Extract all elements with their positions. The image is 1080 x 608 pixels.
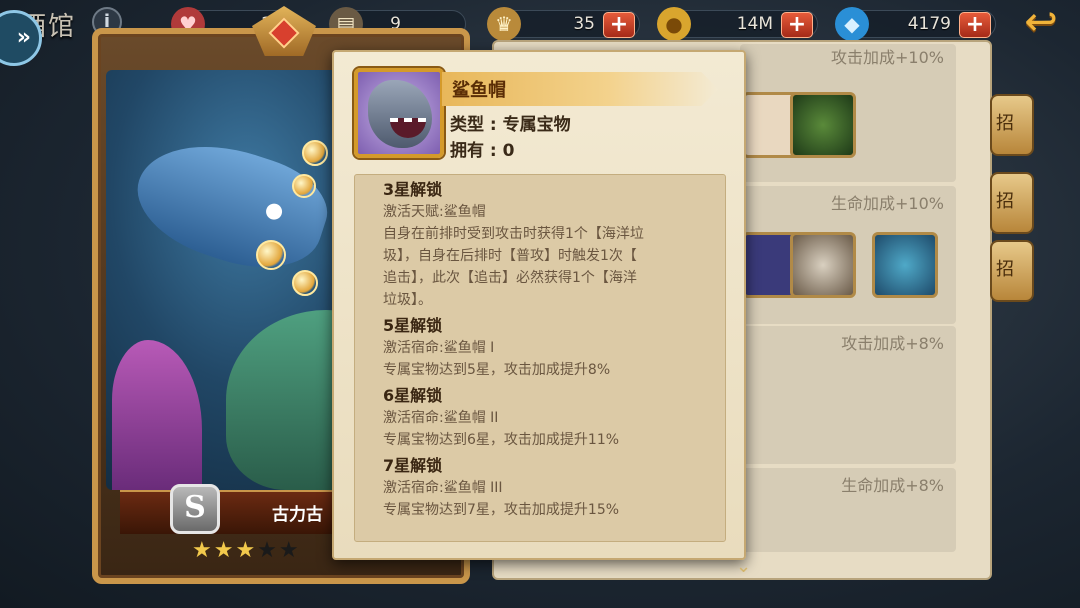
hero-portrait[interactable]	[790, 232, 856, 298]
hero-portrait[interactable]	[790, 92, 856, 158]
tier-line: 专属宝物达到5星，攻击加成提升8%	[383, 362, 611, 378]
star-filled-icon: ★★★	[192, 538, 258, 563]
tier-title: 3星解锁	[383, 180, 443, 199]
resource-value: 4179	[907, 14, 951, 34]
resource-trophy: ♛ 35 +	[487, 7, 640, 41]
bonus-row: 生命加成+8%	[740, 468, 956, 552]
recruit-button[interactable]: 招	[990, 240, 1034, 302]
hero-portrait[interactable]	[872, 232, 938, 298]
tier-title: 5星解锁	[383, 316, 443, 335]
back-arrow-icon[interactable]: ↩	[1012, 2, 1070, 44]
bonus-label: 生命加成+8%	[841, 476, 944, 495]
tier-line: 激活宿命:鲨鱼帽 I	[383, 340, 495, 356]
tier-line: 激活宿命:鲨鱼帽 III	[383, 480, 503, 496]
bubble-icon	[292, 270, 318, 296]
resource-value: 35	[573, 14, 595, 34]
shark-hat-icon	[354, 68, 444, 158]
bonus-row: 攻击加成+8%	[740, 326, 956, 464]
gem-icon: ◆	[835, 7, 869, 41]
bubble-icon	[292, 174, 316, 198]
item-detail-popup: 鲨鱼帽 类型 : 专属宝物 拥有 : 0 3星解锁 激活天赋:鲨鱼帽 自身在前排…	[332, 50, 746, 560]
tier-title: 6星解锁	[383, 386, 443, 405]
bonus-label: 攻击加成+8%	[841, 334, 944, 353]
shark-eye	[263, 201, 285, 222]
bubble-icon	[256, 240, 286, 270]
gold-coin-icon: ●	[657, 7, 691, 41]
star-rating: ★★★★★	[192, 538, 301, 563]
tier-line: 专属宝物达到6星，攻击加成提升11%	[383, 432, 620, 448]
resource-gold: ● 14M +	[657, 7, 818, 41]
tier-line: 激活宿命:鲨鱼帽 II	[383, 410, 499, 426]
recruit-button[interactable]: 招	[990, 172, 1034, 234]
item-name: 鲨鱼帽	[452, 80, 506, 101]
item-owned-count: 拥有 : 0	[450, 141, 515, 161]
unlock-description: 3星解锁 激活天赋:鲨鱼帽 自身在前排时受到攻击时获得1个【海洋垃 圾】，自身在…	[354, 174, 726, 542]
add-gem-button[interactable]: +	[959, 12, 991, 38]
tier-line: 专属宝物达到7星，攻击加成提升15%	[383, 502, 620, 518]
bonus-label: 生命加成+10%	[831, 194, 944, 213]
item-type: 类型 : 专属宝物	[450, 115, 571, 135]
coral-illustration	[112, 340, 202, 490]
trophy-icon: ♛	[487, 7, 521, 41]
recruit-button[interactable]: 招	[990, 94, 1034, 156]
tier-line: 垃圾】。	[383, 292, 432, 308]
shark-head	[368, 80, 432, 148]
bonus-label: 攻击加成+10%	[831, 48, 944, 67]
tier-line: 自身在前排时受到攻击时获得1个【海洋垃	[383, 226, 644, 242]
resource-value: 14M	[736, 14, 773, 34]
tier-line: 激活天赋:鲨鱼帽	[383, 204, 486, 220]
shark-mouth	[390, 118, 426, 138]
tier-line: 圾】，自身在后排时【普攻】时触发1次【	[383, 248, 637, 264]
rank-badge: S	[170, 484, 220, 534]
hero-name: 古力古	[272, 505, 323, 525]
star-empty-icon: ★★	[257, 538, 301, 563]
tier-line: 追击】，此次【追击】必然获得1个【海洋	[383, 270, 637, 286]
tier-title: 7星解锁	[383, 456, 443, 475]
add-trophy-button[interactable]: +	[603, 12, 635, 38]
chevron-down-icon: ⌄	[736, 556, 752, 577]
bubble-icon	[302, 140, 328, 166]
add-gold-button[interactable]: +	[781, 12, 813, 38]
resource-gem: ◆ 4179 +	[835, 7, 996, 41]
